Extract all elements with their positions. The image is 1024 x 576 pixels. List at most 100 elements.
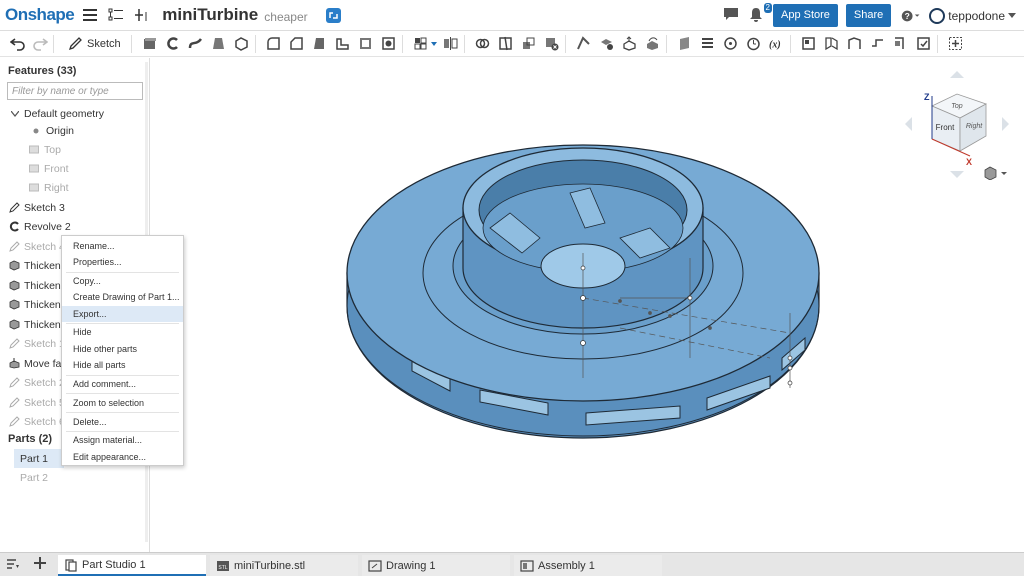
version-graph-icon[interactable] <box>325 7 341 23</box>
tab-drawing[interactable]: Drawing 1 <box>362 555 510 576</box>
hole-icon[interactable] <box>380 35 398 53</box>
menu-item-hide[interactable]: Hide <box>62 324 183 340</box>
axis-x-label: X <box>966 157 972 167</box>
delete-part-icon[interactable] <box>543 35 561 53</box>
insert-icon[interactable] <box>132 5 152 25</box>
redo-icon[interactable] <box>31 35 49 53</box>
sheet-metal-icon[interactable] <box>800 35 818 53</box>
tab-assembly[interactable]: Assembly 1 <box>514 555 662 576</box>
menu-item-assign-material[interactable]: Assign material... <box>62 432 183 448</box>
pattern-dropdown-icon[interactable] <box>430 35 437 53</box>
measure-icon[interactable] <box>745 35 763 53</box>
rib-icon[interactable] <box>334 35 352 53</box>
tab-label: Part Studio 1 <box>82 558 146 571</box>
origin-label: Origin <box>46 124 75 137</box>
thicken-icon[interactable] <box>233 35 251 53</box>
chevron-down-icon <box>11 110 19 117</box>
view-cube-right-label[interactable]: Right <box>966 123 983 130</box>
shell-icon[interactable] <box>357 35 375 53</box>
share-button[interactable]: Share <box>845 4 892 27</box>
undo-icon[interactable] <box>8 35 26 53</box>
app-store-button[interactable]: App Store <box>772 4 838 27</box>
delete-face-icon[interactable] <box>598 35 616 53</box>
menu-item-delete[interactable]: Delete... <box>62 414 183 430</box>
revolve-icon[interactable] <box>164 35 182 53</box>
help-icon[interactable]: ? <box>901 6 921 26</box>
part-item-2[interactable]: Part 2 <box>0 468 150 487</box>
plane-icon[interactable] <box>676 35 694 53</box>
fillet-icon[interactable] <box>265 35 283 53</box>
feature-item[interactable]: Sketch 3 <box>0 198 150 217</box>
plane-right-label: Right <box>44 181 69 194</box>
helix-icon[interactable] <box>699 35 717 53</box>
add-tab-icon[interactable] <box>33 556 47 573</box>
tab-part-studio[interactable]: Part Studio 1 <box>58 555 206 576</box>
onshape-logo[interactable]: Onshape <box>5 5 75 25</box>
user-menu[interactable]: teppodone <box>929 7 1016 24</box>
feature-filter-input[interactable]: Filter by name or type <box>7 82 143 100</box>
menu-item-zoom-to-selection[interactable]: Zoom to selection <box>62 395 183 411</box>
menu-item-properties[interactable]: Properties... <box>62 254 183 270</box>
modify-fillet-icon[interactable] <box>575 35 593 53</box>
pattern-icon[interactable] <box>412 35 430 53</box>
feature-label: Thicken <box>24 318 61 331</box>
menu-item-rename[interactable]: Rename... <box>62 238 183 254</box>
plane-top-item[interactable]: Top <box>0 140 150 159</box>
origin-item[interactable]: Origin <box>0 121 150 140</box>
extrude-icon[interactable] <box>141 35 159 53</box>
corner-icon[interactable] <box>892 35 910 53</box>
menu-item-hide-other-parts[interactable]: Hide other parts <box>62 341 183 357</box>
bend-relief-icon[interactable] <box>915 35 933 53</box>
sketch-button[interactable]: Sketch <box>68 36 127 51</box>
menu-item-copy[interactable]: Copy... <box>62 273 183 289</box>
sweep-icon[interactable] <box>187 35 205 53</box>
joint-icon[interactable] <box>869 35 887 53</box>
transform-icon[interactable] <box>520 35 538 53</box>
plane-front-item[interactable]: Front <box>0 159 150 178</box>
menu-icon[interactable] <box>80 5 100 25</box>
chamfer-icon[interactable] <box>288 35 306 53</box>
rotate-right-icon[interactable] <box>1002 117 1009 131</box>
menu-divider <box>66 412 179 413</box>
move-face-icon[interactable] <box>621 35 639 53</box>
feature-list-icon[interactable] <box>106 5 126 25</box>
tab-manager-icon[interactable] <box>6 557 20 574</box>
mate-connector-icon[interactable] <box>722 35 740 53</box>
menu-item-hide-all-parts[interactable]: Hide all parts <box>62 357 183 373</box>
rotate-up-icon[interactable] <box>950 71 964 78</box>
draft-icon[interactable] <box>311 35 329 53</box>
menu-item-export[interactable]: Export... <box>62 306 183 322</box>
part-item-1[interactable]: Part 1 <box>14 449 64 468</box>
part-label: Part 1 <box>20 452 49 465</box>
graphics-viewport[interactable]: Top Front Right Z X <box>150 58 1024 552</box>
menu-item-add-comment[interactable]: Add comment... <box>62 376 183 392</box>
plane-right-item[interactable]: Right <box>0 178 150 197</box>
document-title[interactable]: miniTurbine <box>162 5 258 25</box>
file-icon: STL <box>217 560 229 571</box>
loft-icon[interactable] <box>210 35 228 53</box>
rotate-left-icon[interactable] <box>905 117 912 131</box>
view-cube-front-label[interactable]: Front <box>936 123 955 132</box>
feature-item[interactable]: Revolve 2 <box>0 217 150 236</box>
tab-stl-file[interactable]: STL miniTurbine.stl <box>210 555 358 576</box>
turbine-model[interactable] <box>150 58 1024 552</box>
split-icon[interactable] <box>497 35 515 53</box>
tab-label: Drawing 1 <box>386 559 436 572</box>
toolbar-divider <box>463 34 465 53</box>
add-custom-feature-icon[interactable] <box>947 35 965 53</box>
view-cube-top-label[interactable]: Top <box>951 103 963 110</box>
hem-icon[interactable] <box>846 35 864 53</box>
rotate-down-icon[interactable] <box>950 171 964 178</box>
replace-face-icon[interactable] <box>644 35 662 53</box>
menu-item-edit-appearance[interactable]: Edit appearance... <box>62 449 183 465</box>
flange-icon[interactable] <box>823 35 841 53</box>
comment-icon[interactable] <box>723 7 741 25</box>
menu-item-create-drawing[interactable]: Create Drawing of Part 1... <box>62 289 183 305</box>
display-mode-icon[interactable] <box>983 166 1011 180</box>
workspace-name[interactable]: cheaper <box>264 10 307 24</box>
mirror-icon[interactable] <box>442 35 460 53</box>
plane-icon <box>28 163 40 175</box>
boolean-icon[interactable] <box>474 35 492 53</box>
notification-bell-icon[interactable]: 2 <box>749 2 772 25</box>
variable-icon[interactable]: (x) <box>768 35 786 53</box>
